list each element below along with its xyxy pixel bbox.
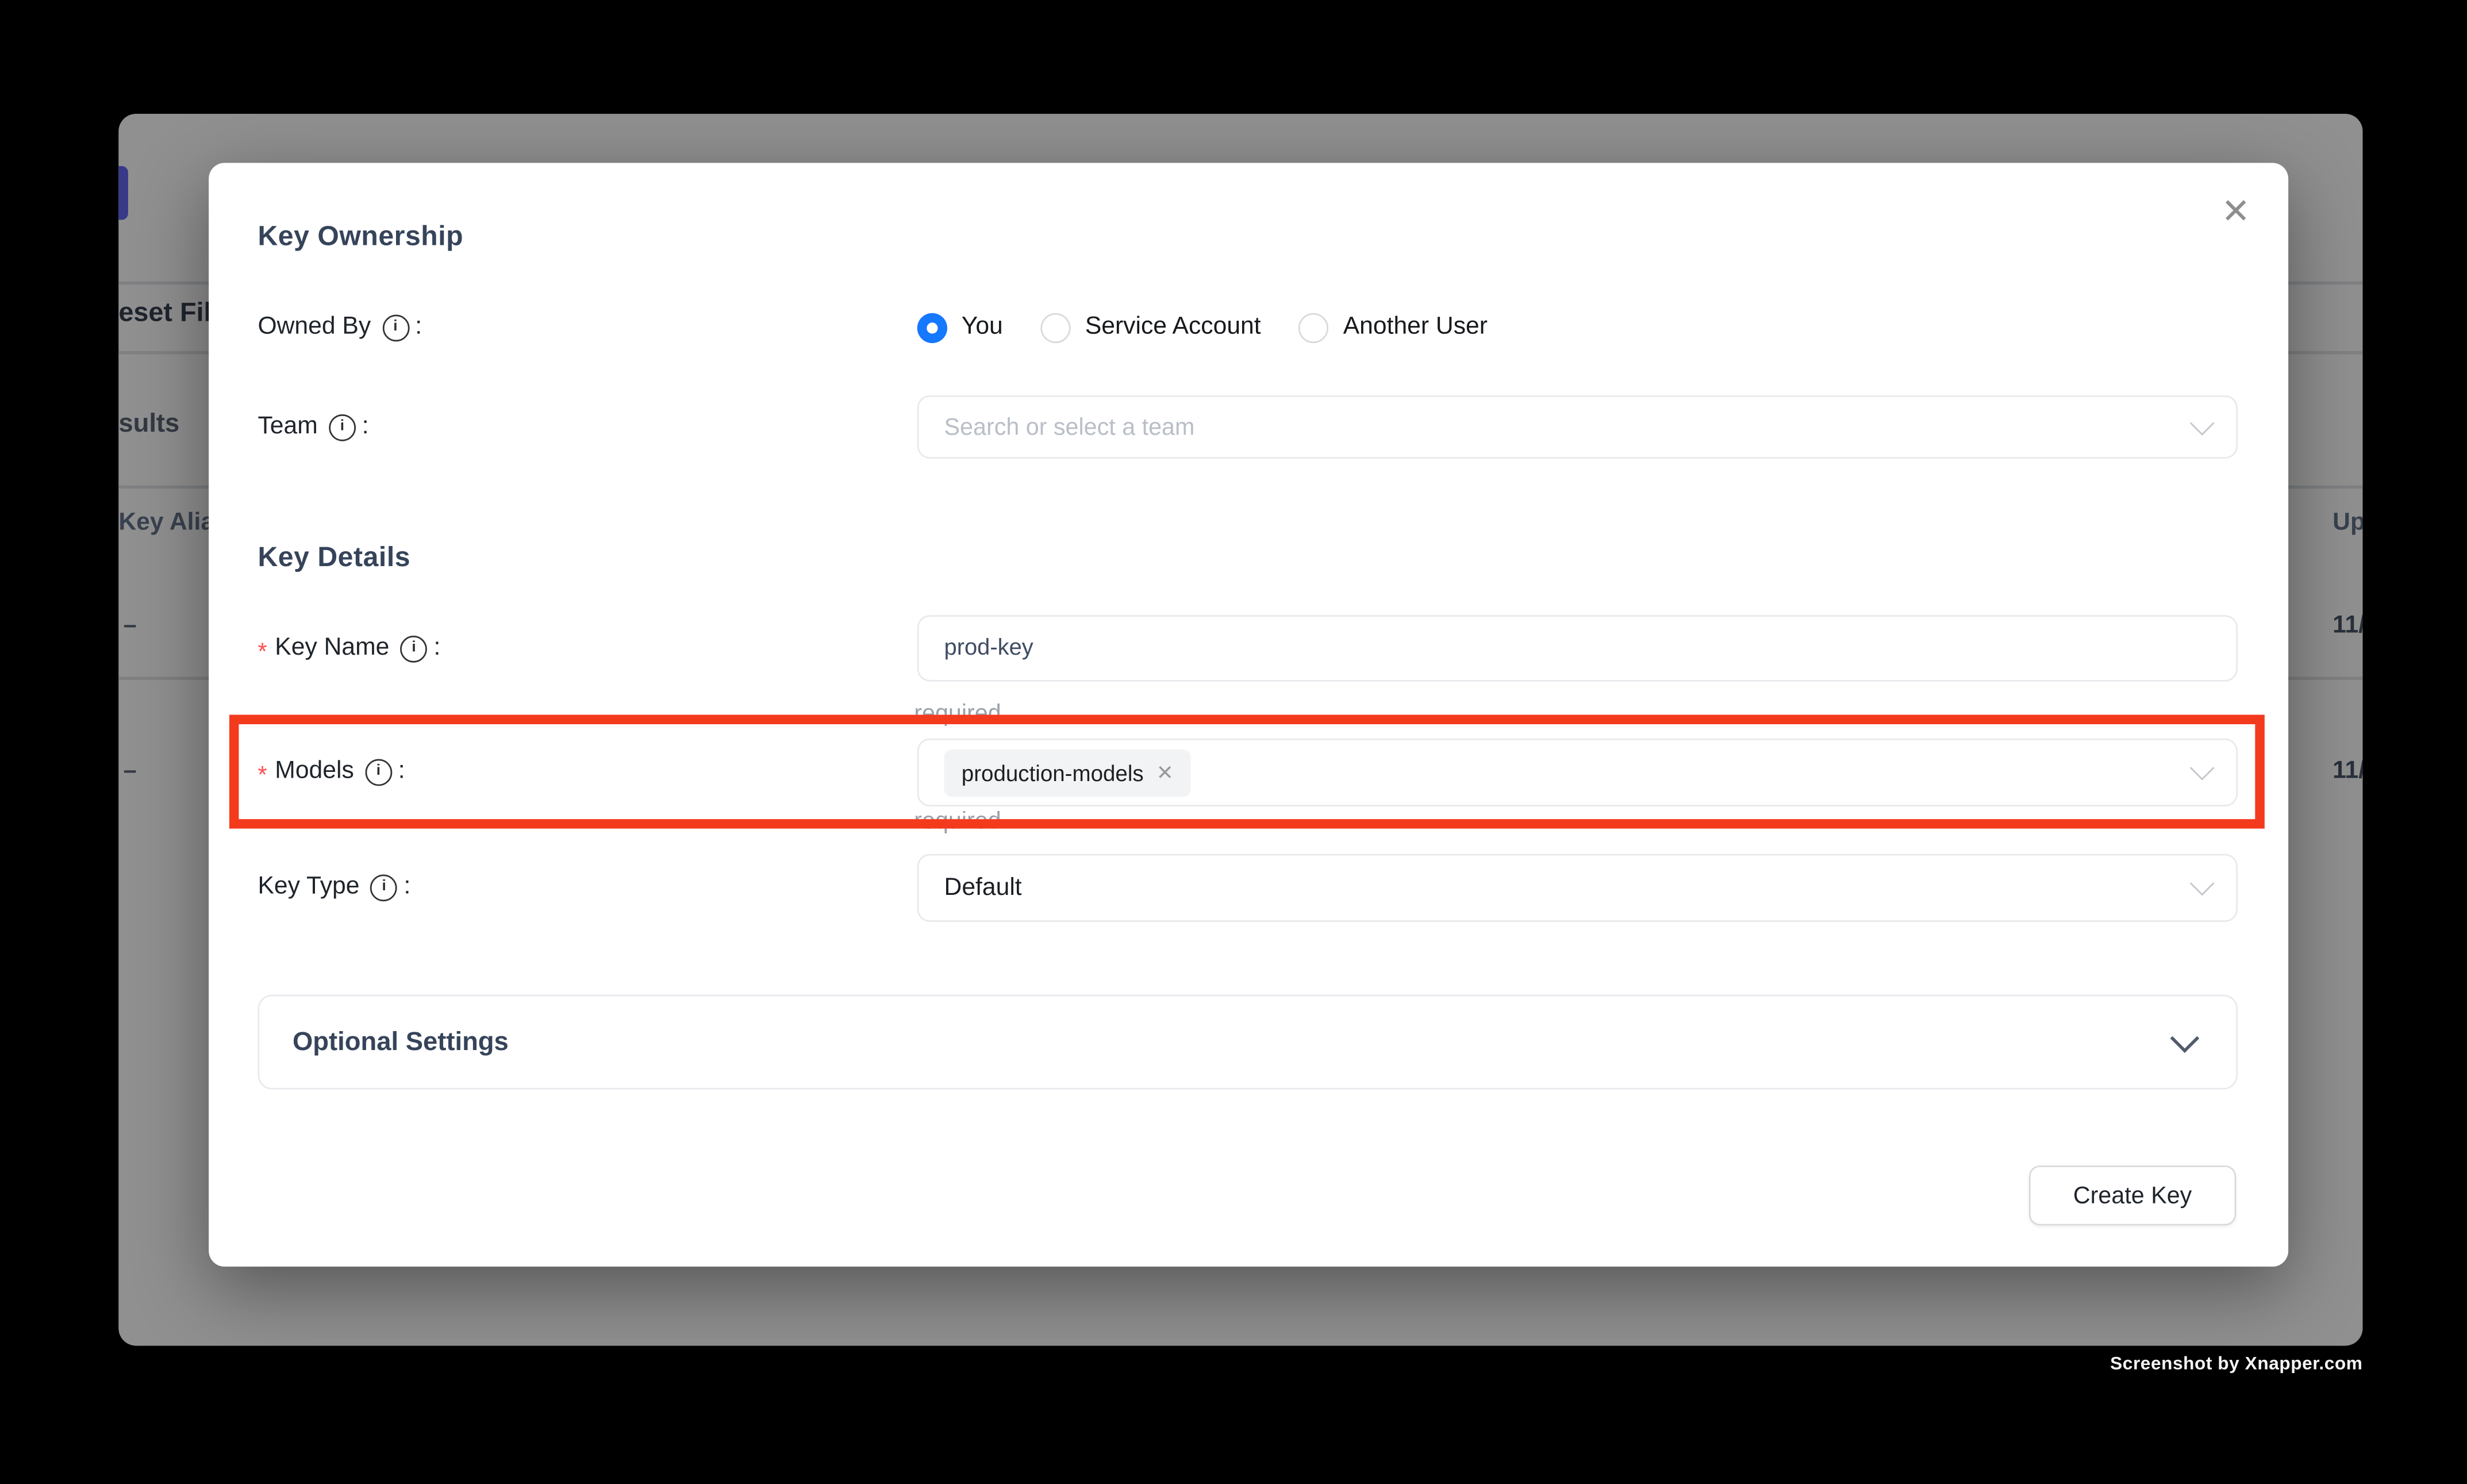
radio-label: Another User xyxy=(1343,313,1488,342)
section-title-key-details: Key Details xyxy=(258,541,410,574)
key-name-input[interactable]: prod-key xyxy=(917,615,2238,682)
required-asterisk: * xyxy=(258,762,267,789)
team-select[interactable]: Search or select a team xyxy=(917,395,2238,459)
team-select-placeholder: Search or select a team xyxy=(944,413,1195,440)
key-name-label-text: Key Name xyxy=(275,634,389,663)
owned-by-label: Owned By i : xyxy=(258,310,422,345)
create-key-button[interactable]: Create Key xyxy=(2029,1166,2236,1226)
chevron-down-icon xyxy=(2170,1023,2200,1052)
optional-settings-label: Optional Settings xyxy=(293,1027,509,1057)
label-colon: : xyxy=(404,873,411,902)
owned-by-radio-group: You Service Account Another User xyxy=(917,310,1488,345)
design-root: eset Filt sults Key Alia Up – 11/ – 11/ … xyxy=(0,0,2467,1484)
chevron-down-icon xyxy=(2190,756,2215,781)
info-icon: i xyxy=(382,314,409,341)
radio-owned-by-you[interactable]: You xyxy=(917,312,1003,342)
key-name-value: prod-key xyxy=(944,636,1033,661)
info-icon: i xyxy=(401,635,428,662)
chevron-down-icon xyxy=(2190,410,2215,435)
close-icon[interactable]: ✕ xyxy=(2221,194,2250,229)
models-label-text: Models xyxy=(275,758,353,786)
models-validation-message: required xyxy=(914,808,1001,835)
key-type-select[interactable]: Default xyxy=(917,854,2238,922)
info-icon: i xyxy=(371,874,398,901)
models-select[interactable]: production-models ✕ xyxy=(917,739,2238,806)
label-colon: : xyxy=(433,634,440,663)
radio-owned-by-another-user[interactable]: Another User xyxy=(1299,312,1488,342)
chevron-down-icon xyxy=(2190,871,2215,896)
team-label: Team i : xyxy=(258,410,368,445)
radio-selected-icon xyxy=(917,312,947,342)
radio-dot xyxy=(927,322,937,333)
models-tag-text: production-models xyxy=(962,760,1144,785)
radio-unselected-icon xyxy=(1041,312,1071,342)
info-icon: i xyxy=(365,758,392,785)
info-icon: i xyxy=(329,413,356,440)
key-name-label: * Key Name i : xyxy=(258,631,440,666)
label-colon: : xyxy=(398,758,405,786)
screenshot-canvas: eset Filt sults Key Alia Up – 11/ – 11/ … xyxy=(0,0,2467,1484)
section-title-key-ownership: Key Ownership xyxy=(258,220,463,253)
watermark-text: Screenshot by Xnapper.com xyxy=(2110,1355,2362,1374)
radio-label: Service Account xyxy=(1085,313,1261,342)
radio-label: You xyxy=(962,313,1003,342)
key-type-label-text: Key Type xyxy=(258,873,359,902)
required-asterisk: * xyxy=(258,638,267,665)
key-type-value: Default xyxy=(944,874,1022,902)
label-colon: : xyxy=(415,313,422,342)
label-colon: : xyxy=(362,413,369,441)
team-label-text: Team xyxy=(258,413,317,441)
create-key-modal: ✕ Key Ownership Owned By i : You Service… xyxy=(209,163,2288,1266)
models-tag: production-models ✕ xyxy=(944,749,1191,797)
tag-remove-icon[interactable]: ✕ xyxy=(1156,762,1174,783)
key-type-label: Key Type i : xyxy=(258,870,410,905)
radio-unselected-icon xyxy=(1299,312,1329,342)
owned-by-label-text: Owned By xyxy=(258,313,371,342)
optional-settings-toggle[interactable]: Optional Settings xyxy=(258,995,2238,1090)
models-label: * Models i : xyxy=(258,754,405,789)
radio-owned-by-service-account[interactable]: Service Account xyxy=(1041,312,1261,342)
key-name-validation-message: required xyxy=(914,701,1001,728)
